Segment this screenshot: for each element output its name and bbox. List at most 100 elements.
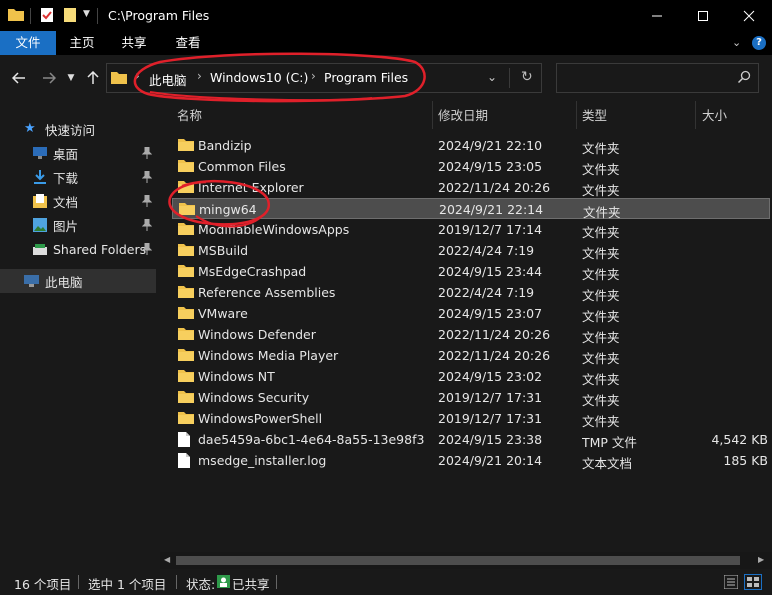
file-row[interactable]: Windows Security 2019/12/7 17:31 文件夹 (172, 387, 770, 408)
ribbon-tabs: 文件 主页 共享 查看 ⌄ ? (0, 31, 772, 55)
file-row[interactable]: Bandizip 2024/9/21 22:10 文件夹 (172, 135, 770, 156)
item-count: 16 个项目 (14, 577, 72, 592)
large-icons-view-icon[interactable] (744, 574, 762, 590)
file-row[interactable]: msedge_installer.log 2024/9/21 20:14 文本文档 1… (172, 450, 770, 471)
details-view-icon[interactable] (723, 574, 739, 592)
sidebar-item-quick-access[interactable]: ★ 快速访问 (0, 117, 156, 141)
file-row[interactable]: Common Files 2024/9/15 23:05 文件夹 (172, 156, 770, 177)
up-button[interactable] (84, 67, 102, 89)
file-row[interactable]: MSBuild 2022/4/24 7:19 文件夹 (172, 240, 770, 261)
file-row[interactable]: Windows NT 2024/9/15 23:02 文件夹 (172, 366, 770, 387)
tab-share[interactable]: 共享 (112, 31, 156, 55)
breadcrumb-separator[interactable]: › (197, 69, 202, 83)
properties-icon[interactable] (40, 7, 54, 26)
file-row[interactable]: Windows Media Player 2022/11/24 20:26 文件夹 (172, 345, 770, 366)
tab-view[interactable]: 查看 (166, 31, 210, 55)
shared-icon (217, 575, 230, 591)
column-divider[interactable] (695, 101, 696, 129)
download-icon (34, 170, 46, 187)
search-input[interactable] (556, 63, 759, 93)
file-type: 文件夹 (582, 246, 620, 261)
search-icon[interactable] (737, 70, 751, 87)
column-divider[interactable] (432, 101, 433, 129)
breadcrumb-separator[interactable]: › (311, 69, 316, 83)
file-row[interactable]: mingw64 2024/9/21 22:14 文件夹 (172, 198, 770, 220)
pin-icon[interactable] (141, 194, 153, 210)
breadcrumb-this-pc[interactable]: 此电脑 (149, 70, 187, 89)
sidebar-item-desktop[interactable]: 桌面 (0, 141, 156, 165)
navigation-pane: ★ 快速访问 桌面 下载 文档 图片 Shared Folders 此电脑 (0, 101, 158, 569)
chevron-down-icon[interactable]: ⌄ (487, 70, 497, 84)
customize-toolbar-icon[interactable]: ▼ (83, 9, 90, 19)
column-divider[interactable] (576, 101, 577, 129)
sidebar-item-label: 图片 (53, 218, 79, 234)
file-modified: 2022/11/24 20:26 (438, 180, 551, 195)
breadcrumb-current[interactable]: Program Files (324, 70, 408, 85)
file-modified: 2024/9/15 23:38 (438, 432, 543, 447)
file-type: 文件夹 (582, 162, 620, 177)
shared-folder-icon (33, 243, 47, 258)
sidebar-item-label: 此电脑 (45, 274, 83, 290)
file-type: 文件夹 (582, 141, 620, 156)
chevron-down-icon[interactable]: ⌄ (732, 36, 741, 49)
computer-icon (24, 275, 39, 290)
folder-icon (178, 264, 194, 280)
scrollbar-thumb[interactable] (176, 556, 740, 565)
file-row[interactable]: dae5459a-6bc1-4e64-8a55-13e98f32... 2024/… (172, 429, 770, 450)
scroll-left-icon[interactable]: ◀ (164, 555, 170, 564)
scroll-right-icon[interactable]: ▶ (758, 555, 764, 564)
sidebar-item-this-pc[interactable]: 此电脑 (0, 269, 156, 293)
status-bar: 16 个项目 选中 1 个项目 状态: 已共享 (0, 569, 772, 595)
recent-locations-button[interactable]: ▼ (64, 67, 78, 89)
file-row[interactable]: VMware 2024/9/15 23:07 文件夹 (172, 303, 770, 324)
sidebar-item-shared-folders[interactable]: Shared Folders (0, 237, 156, 261)
pictures-icon (33, 218, 47, 235)
file-row[interactable]: Reference Assemblies 2022/4/24 7:19 文件夹 (172, 282, 770, 303)
new-folder-icon[interactable] (63, 7, 77, 26)
file-name: dae5459a-6bc1-4e64-8a55-13e98f32... (198, 432, 424, 447)
file-modified: 2019/12/7 17:31 (438, 411, 543, 426)
folder-icon (178, 411, 194, 427)
file-row[interactable]: Windows Defender 2022/11/24 20:26 文件夹 (172, 324, 770, 345)
divider (509, 68, 510, 88)
file-name: mingw64 (199, 202, 257, 217)
address-bar[interactable]: › 此电脑 › Windows10 (C:) › Program Files ⌄… (106, 63, 542, 93)
help-icon[interactable]: ? (752, 36, 766, 50)
folder-icon (178, 327, 194, 343)
folder-icon (178, 159, 194, 175)
file-row[interactable]: ModifiableWindowsApps 2019/12/7 17:14 文件夹 (172, 219, 770, 240)
selection-count: 选中 1 个项目 (88, 577, 167, 592)
sidebar-item-pictures[interactable]: 图片 (0, 213, 156, 237)
file-row[interactable]: MsEdgeCrashpad 2024/9/15 23:44 文件夹 (172, 261, 770, 282)
sidebar-item-downloads[interactable]: 下载 (0, 165, 156, 189)
file-icon (178, 453, 190, 471)
file-row[interactable]: Internet Explorer 2022/11/24 20:26 文件夹 (172, 177, 770, 198)
forward-button[interactable] (38, 67, 60, 89)
breadcrumb-drive[interactable]: Windows10 (C:) (210, 70, 308, 85)
file-row[interactable]: WindowsPowerShell 2019/12/7 17:31 文件夹 (172, 408, 770, 429)
column-header-name[interactable]: 名称 (177, 104, 202, 128)
close-button[interactable] (726, 0, 772, 31)
tab-home[interactable]: 主页 (60, 31, 104, 55)
minimize-button[interactable] (634, 0, 680, 31)
breadcrumb-separator[interactable]: › (135, 69, 140, 83)
tab-file[interactable]: 文件 (0, 31, 56, 55)
file-modified: 2024/9/21 20:14 (438, 453, 543, 468)
column-header-date[interactable]: 修改日期 (438, 104, 488, 128)
sidebar-item-label: 桌面 (53, 146, 79, 162)
sidebar-item-documents[interactable]: 文档 (0, 189, 156, 213)
horizontal-scrollbar[interactable]: ◀ ▶ (160, 552, 772, 569)
back-button[interactable] (8, 67, 30, 89)
pin-icon[interactable] (141, 218, 153, 234)
column-header-size[interactable]: 大小 (702, 104, 727, 128)
pin-icon[interactable] (141, 170, 153, 186)
maximize-button[interactable] (680, 0, 726, 31)
refresh-icon[interactable]: ↻ (521, 69, 533, 85)
pin-icon[interactable] (141, 242, 153, 258)
file-name: Windows Defender (198, 327, 316, 342)
file-modified: 2019/12/7 17:31 (438, 390, 543, 405)
sidebar-item-label: 下载 (53, 170, 79, 186)
column-header-type[interactable]: 类型 (582, 104, 607, 128)
folder-icon (179, 202, 195, 218)
pin-icon[interactable] (141, 146, 153, 162)
